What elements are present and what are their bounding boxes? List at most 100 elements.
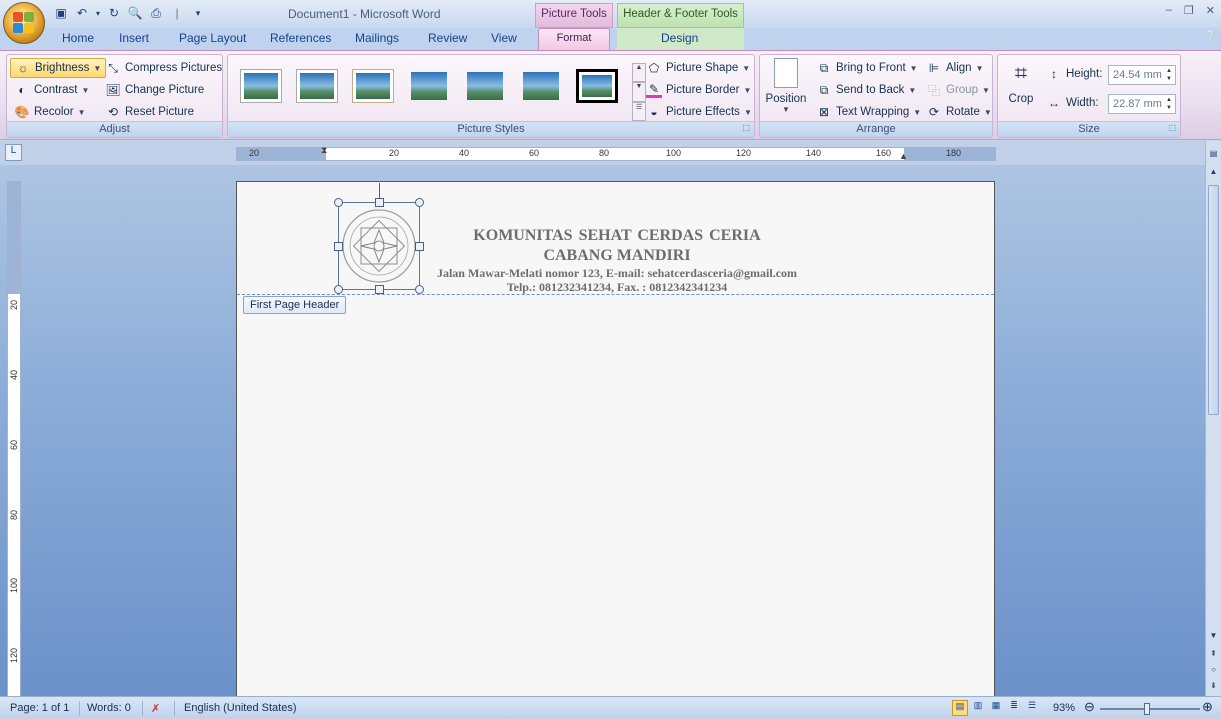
- minimize-button[interactable]: –: [1166, 4, 1172, 17]
- status-bar: Page: 1 of 1 Words: 0 ✗ English (United …: [0, 696, 1221, 719]
- zoom-level[interactable]: 93%: [1053, 702, 1075, 714]
- undo-icon[interactable]: ↶: [73, 4, 91, 22]
- tab-selector-icon[interactable]: L: [5, 144, 22, 161]
- letterhead-line2: CABANG MANDIRI: [543, 247, 691, 264]
- resize-handle-icon[interactable]: [334, 242, 343, 251]
- resize-handle-icon[interactable]: [334, 198, 343, 207]
- vertical-scrollbar[interactable]: ▤ ▲ ▼ ⇞ ○ ⇟: [1205, 141, 1221, 696]
- tab-references[interactable]: References: [270, 31, 331, 45]
- text-wrapping-button[interactable]: ⊠ Text Wrapping ▼: [812, 102, 925, 122]
- restore-button[interactable]: ❐: [1184, 4, 1194, 17]
- height-spinner-icon[interactable]: ▲ ▼: [1164, 67, 1174, 83]
- height-label: Height:: [1066, 68, 1103, 80]
- picture-shape-icon: ⬠: [648, 61, 660, 75]
- right-indent-marker-icon[interactable]: ▲: [899, 151, 908, 161]
- chevron-down-icon: ▼: [908, 85, 917, 95]
- zoom-out-icon[interactable]: ⊖: [1084, 699, 1095, 715]
- language-indicator[interactable]: English (United States): [184, 702, 297, 714]
- width-label: Width:: [1066, 97, 1099, 109]
- resize-handle-icon[interactable]: [375, 285, 384, 294]
- height-field[interactable]: 24.54 mm ▲ ▼: [1108, 65, 1176, 85]
- width-field[interactable]: 22.87 mm ▲ ▼: [1108, 94, 1176, 114]
- dialog-launcher-icon[interactable]: ⬚: [742, 123, 750, 132]
- change-picture-button[interactable]: 🖼 Change Picture: [101, 80, 208, 100]
- print-layout-icon[interactable]: ▤: [952, 700, 968, 716]
- style-thumbnail[interactable]: [408, 69, 450, 103]
- tab-format[interactable]: Format: [538, 28, 610, 51]
- contrast-button[interactable]: ◐ Contrast ▼: [10, 80, 93, 100]
- letterhead-line1: KOMUNITAS SEHAT CERDAS CERIA: [473, 227, 761, 244]
- tab-page-layout[interactable]: Page Layout: [179, 31, 246, 45]
- crop-button[interactable]: ⌗ Crop: [1002, 58, 1040, 116]
- recolor-button[interactable]: 🎨 Recolor ▼: [10, 102, 90, 122]
- customize-qat-icon[interactable]: ▾: [189, 4, 207, 22]
- style-thumbnail[interactable]: [240, 69, 282, 103]
- picture-shape-label: Picture Shape: [666, 62, 739, 74]
- send-to-back-button[interactable]: ⧉ Send to Back ▼: [812, 80, 920, 100]
- previous-page-icon[interactable]: ⇞: [1207, 649, 1220, 663]
- style-thumbnail[interactable]: [520, 69, 562, 103]
- page-count[interactable]: Page: 1 of 1: [10, 702, 69, 714]
- width-icon: ↔: [1048, 96, 1060, 110]
- print-preview-icon[interactable]: 🔍: [126, 4, 144, 22]
- vertical-ruler[interactable]: 20 40 60 80 100 120: [7, 181, 21, 696]
- dialog-launcher-icon[interactable]: ⬚: [1168, 123, 1176, 132]
- print-icon[interactable]: ⎙: [147, 4, 165, 22]
- indent-marker-icon[interactable]: ⧗: [321, 145, 327, 156]
- position-button[interactable]: Position ▼: [764, 58, 808, 120]
- draft-icon[interactable]: ☰: [1024, 700, 1040, 716]
- web-layout-icon[interactable]: ▦: [988, 700, 1004, 716]
- picture-shape-button[interactable]: ⬠ Picture Shape ▼: [642, 58, 754, 78]
- browse-object-icon[interactable]: ○: [1207, 665, 1220, 679]
- office-button[interactable]: [3, 2, 45, 44]
- style-thumbnail[interactable]: [352, 69, 394, 103]
- picture-border-button[interactable]: ✎ Picture Border ▼: [642, 80, 755, 100]
- tab-home[interactable]: Home: [62, 31, 94, 45]
- rotate-button[interactable]: ⟳ Rotate ▼: [922, 102, 996, 122]
- view-ruler-icon[interactable]: ▤: [1207, 149, 1220, 163]
- save-icon[interactable]: ▣: [52, 4, 70, 22]
- width-spinner-icon[interactable]: ▲ ▼: [1164, 96, 1174, 112]
- outline-icon[interactable]: ≣: [1006, 700, 1022, 716]
- tab-insert[interactable]: Insert: [119, 31, 149, 45]
- zoom-in-icon[interactable]: ⊕: [1202, 699, 1213, 715]
- group-button[interactable]: ⿻ Group ▼: [922, 80, 994, 100]
- brightness-button[interactable]: ☼ Brightness ▼: [10, 58, 107, 78]
- adjust-group: ☼ Brightness ▼ ◐ Contrast ▼ 🎨 Recolor ▼ …: [6, 54, 223, 138]
- position-icon: [774, 58, 798, 88]
- align-button[interactable]: ⊫ Align ▼: [922, 58, 988, 78]
- zoom-slider[interactable]: [1100, 703, 1200, 715]
- tab-design[interactable]: Design: [661, 31, 698, 45]
- resize-handle-icon[interactable]: [415, 198, 424, 207]
- proofing-icon[interactable]: ✗: [151, 702, 160, 715]
- bring-to-front-button[interactable]: ⧉ Bring to Front ▼: [812, 58, 922, 78]
- style-thumbnail[interactable]: [296, 69, 338, 103]
- picture-effects-icon: ◒: [650, 105, 658, 119]
- horizontal-ruler[interactable]: ⧗ ▲ 20 20 40 60 80 100 120 140 160 180: [236, 145, 996, 161]
- style-thumbnail-selected[interactable]: [576, 69, 618, 103]
- help-icon[interactable]: ❔: [1205, 31, 1217, 42]
- tab-view[interactable]: View: [491, 31, 517, 45]
- scroll-up-icon[interactable]: ▲: [1207, 167, 1220, 181]
- scroll-thumb[interactable]: [1208, 185, 1219, 415]
- resize-handle-icon[interactable]: [334, 285, 343, 294]
- document-page[interactable]: KOMUNITAS SEHAT CERDAS CERIA CABANG MAND…: [236, 181, 995, 696]
- picture-effects-button[interactable]: ◒ Picture Effects ▼: [642, 102, 756, 122]
- tab-mailings[interactable]: Mailings: [355, 31, 399, 45]
- word-count[interactable]: Words: 0: [87, 702, 131, 714]
- resize-handle-icon[interactable]: [375, 198, 384, 207]
- scroll-down-icon[interactable]: ▼: [1207, 631, 1220, 645]
- zoom-slider-thumb[interactable]: [1144, 703, 1150, 715]
- undo-dropdown-icon[interactable]: ▾: [94, 4, 102, 22]
- ruler-label: 80: [599, 148, 610, 158]
- full-screen-reading-icon[interactable]: ▥: [970, 700, 986, 716]
- ruler-label: 120: [736, 148, 752, 158]
- reset-picture-button[interactable]: ⟲ Reset Picture: [101, 102, 198, 122]
- next-page-icon[interactable]: ⇟: [1207, 681, 1220, 695]
- style-thumbnail[interactable]: [464, 69, 506, 103]
- compress-pictures-button[interactable]: ⤡ Compress Pictures: [101, 58, 226, 78]
- close-button[interactable]: ✕: [1206, 4, 1215, 17]
- tab-review[interactable]: Review: [428, 31, 467, 45]
- ruler-label: 180: [946, 148, 962, 158]
- redo-icon[interactable]: ↻: [105, 4, 123, 22]
